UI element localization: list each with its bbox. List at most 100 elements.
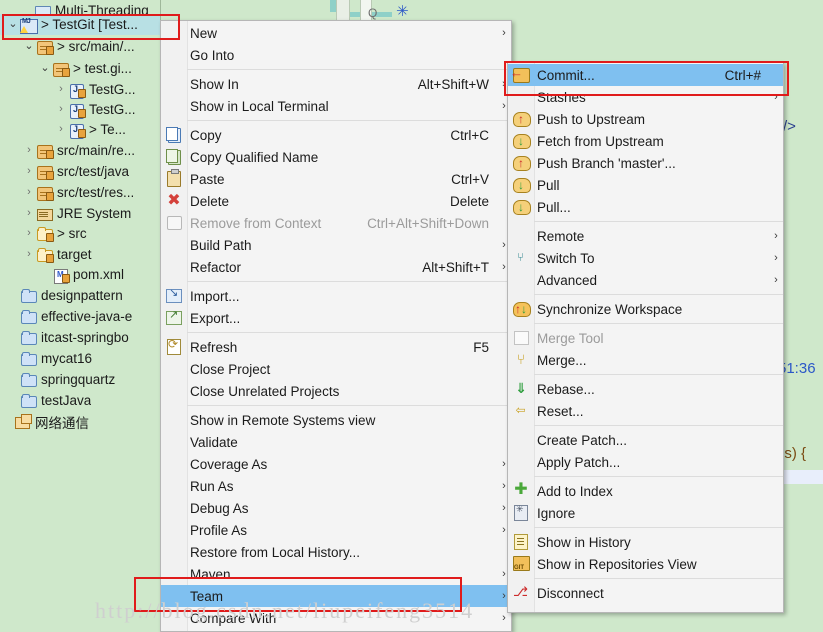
menu-item[interactable]: Coverage As › [161, 453, 511, 475]
menu-item-no-icon [161, 358, 187, 380]
tree-item-label: 网络通信 [35, 415, 89, 431]
twisty-collapsed-icon[interactable]: › [22, 208, 36, 219]
menu-item[interactable]: Run As › [161, 475, 511, 497]
closed-project-icon [20, 372, 38, 388]
menu-item[interactable]: Copy Qualified Name [161, 146, 511, 168]
tree-item[interactable]: › JRE System [0, 203, 131, 224]
menu-item[interactable]: Apply Patch... [508, 451, 783, 473]
twisty-collapsed-icon[interactable]: › [54, 124, 68, 135]
menu-item[interactable]: ⑂ Merge... [508, 349, 783, 371]
tree-item[interactable]: › src/main/re... [0, 140, 135, 161]
menu-item[interactable]: Go Into [161, 44, 511, 66]
tree-item-label: > test.gi... [73, 61, 132, 76]
menu-item[interactable]: ⑂ Switch To › [508, 247, 783, 269]
menu-item[interactable]: Stashes › [508, 86, 783, 108]
menu-item[interactable]: Refresh F5 [161, 336, 511, 358]
tree-item[interactable]: › src/test/java [0, 161, 129, 182]
menu-item[interactable]: ↑ Push to Upstream [508, 108, 783, 130]
menu-item[interactable]: Profile As › [161, 519, 511, 541]
tree-item[interactable]: › target [0, 244, 92, 265]
menu-item[interactable]: Ignore [508, 502, 783, 524]
team-submenu[interactable]: Commit...Ctrl+#Stashes›↑Push to Upstream… [507, 62, 784, 613]
twisty-collapsed-icon[interactable]: › [54, 84, 68, 95]
menu-item[interactable]: ↑ ↓ Synchronize Workspace [508, 298, 783, 320]
tree-item[interactable]: itcast-springbo [0, 327, 129, 348]
twisty-collapsed-icon[interactable]: › [22, 228, 36, 239]
menu-item[interactable]: Commit... Ctrl+# [508, 64, 783, 86]
menu-item-no-icon [161, 475, 187, 497]
menu-item[interactable]: New › [161, 22, 511, 44]
tree-item-label: TestG... [89, 82, 136, 97]
package-explorer-tree[interactable]: Multi-Threading⌄> TestGit [Test...⌄> src… [0, 0, 160, 630]
menu-item-accelerator: Ctrl+Alt+Shift+Down [367, 215, 489, 231]
menu-item[interactable]: Copy Ctrl+C [161, 124, 511, 146]
menu-item-accelerator: Alt+Shift+W [417, 76, 489, 92]
menu-item[interactable]: Close Unrelated Projects [161, 380, 511, 402]
menu-item[interactable]: Create Patch... [508, 429, 783, 451]
tree-item[interactable]: testJava [0, 390, 91, 411]
tree-item[interactable]: springquartz [0, 369, 115, 390]
menu-item-no-icon [161, 563, 187, 585]
menu-item[interactable]: Validate [161, 431, 511, 453]
menu-item-label: Import... [190, 288, 240, 304]
menu-item[interactable]: Remote › [508, 225, 783, 247]
menu-item[interactable]: ↓ Pull... [508, 196, 783, 218]
menu-item[interactable]: Close Project [161, 358, 511, 380]
menu-item[interactable]: Debug As › [161, 497, 511, 519]
menu-item[interactable]: Show in Repositories View [508, 553, 783, 575]
menu-item[interactable]: Build Path › [161, 234, 511, 256]
tree-item[interactable]: › TestG... [0, 99, 136, 120]
menu-item[interactable]: Paste Ctrl+V [161, 168, 511, 190]
twisty-collapsed-icon[interactable]: › [54, 104, 68, 115]
menu-item-label: Remote [537, 228, 585, 244]
project-context-menu[interactable]: New › Go Into Show In Alt+Shift+W › Show in Lo… [160, 20, 512, 632]
menu-item[interactable]: Show in Remote Systems view [161, 409, 511, 431]
tree-item[interactable]: ⌄ > TestGit [Test... [0, 14, 138, 35]
menu-item[interactable]: ↑ Push Branch 'master'... [508, 152, 783, 174]
twisty-expanded-icon[interactable]: ⌄ [22, 41, 36, 52]
menu-item[interactable]: ↓ Pull [508, 174, 783, 196]
tree-item-label: pom.xml [73, 267, 125, 282]
menu-item[interactable]: ⎇ Disconnect [508, 582, 783, 604]
tree-item[interactable]: 网络通信 [0, 411, 89, 432]
menu-item[interactable]: Export... [161, 307, 511, 329]
twisty-collapsed-icon[interactable]: › [22, 145, 36, 156]
menu-item[interactable]: Maven › [161, 563, 511, 585]
twisty-collapsed-icon[interactable]: › [22, 249, 36, 260]
menu-item[interactable]: Advanced › [508, 269, 783, 291]
twisty-collapsed-icon[interactable]: › [22, 166, 36, 177]
twisty-expanded-icon[interactable]: ⌄ [6, 19, 20, 30]
menu-item[interactable]: Restore from Local History... [161, 541, 511, 563]
menu-item-no-icon [161, 95, 187, 117]
menu-item[interactable]: ⇓ Rebase... [508, 378, 783, 400]
menu-item-label: New [190, 25, 218, 41]
menu-item[interactable]: Import... [161, 285, 511, 307]
menu-item-label: Close Unrelated Projects [190, 383, 340, 399]
tree-item[interactable]: mycat16 [0, 348, 92, 369]
menu-item[interactable]: Show in History [508, 531, 783, 553]
menu-item-no-icon [508, 451, 534, 473]
menu-item-label: Synchronize Workspace [537, 301, 683, 317]
tree-item[interactable]: effective-java-e [0, 306, 132, 327]
tree-item[interactable]: pom.xml [0, 264, 124, 285]
tree-item[interactable]: › TestG... [0, 79, 136, 100]
menu-item[interactable]: ↓ Fetch from Upstream [508, 130, 783, 152]
menu-separator [534, 294, 783, 295]
tree-item[interactable]: › > Te... [0, 119, 126, 140]
menu-item[interactable]: Refactor Alt+Shift+T › [161, 256, 511, 278]
menu-item[interactable]: Show in Local Terminal › [161, 95, 511, 117]
menu-item[interactable]: ⇦ Reset... [508, 400, 783, 422]
tree-item[interactable]: › src/test/res... [0, 182, 134, 203]
menu-item-label: Coverage As [190, 456, 268, 472]
menu-item-label: Validate [190, 434, 238, 450]
tree-item[interactable]: › > src [0, 223, 87, 244]
menu-item[interactable]: ✚ Add to Index [508, 480, 783, 502]
twisty-collapsed-icon[interactable]: › [22, 187, 36, 198]
menu-item-label: Show in Remote Systems view [190, 412, 376, 428]
tree-item[interactable]: ⌄ > test.gi... [0, 58, 132, 79]
tree-item[interactable]: ⌄ > src/main/... [0, 36, 135, 57]
menu-item[interactable]: Show In Alt+Shift+W › [161, 73, 511, 95]
twisty-expanded-icon[interactable]: ⌄ [38, 63, 52, 74]
tree-item[interactable]: designpattern [0, 285, 123, 306]
menu-item[interactable]: ✖ Delete Delete [161, 190, 511, 212]
